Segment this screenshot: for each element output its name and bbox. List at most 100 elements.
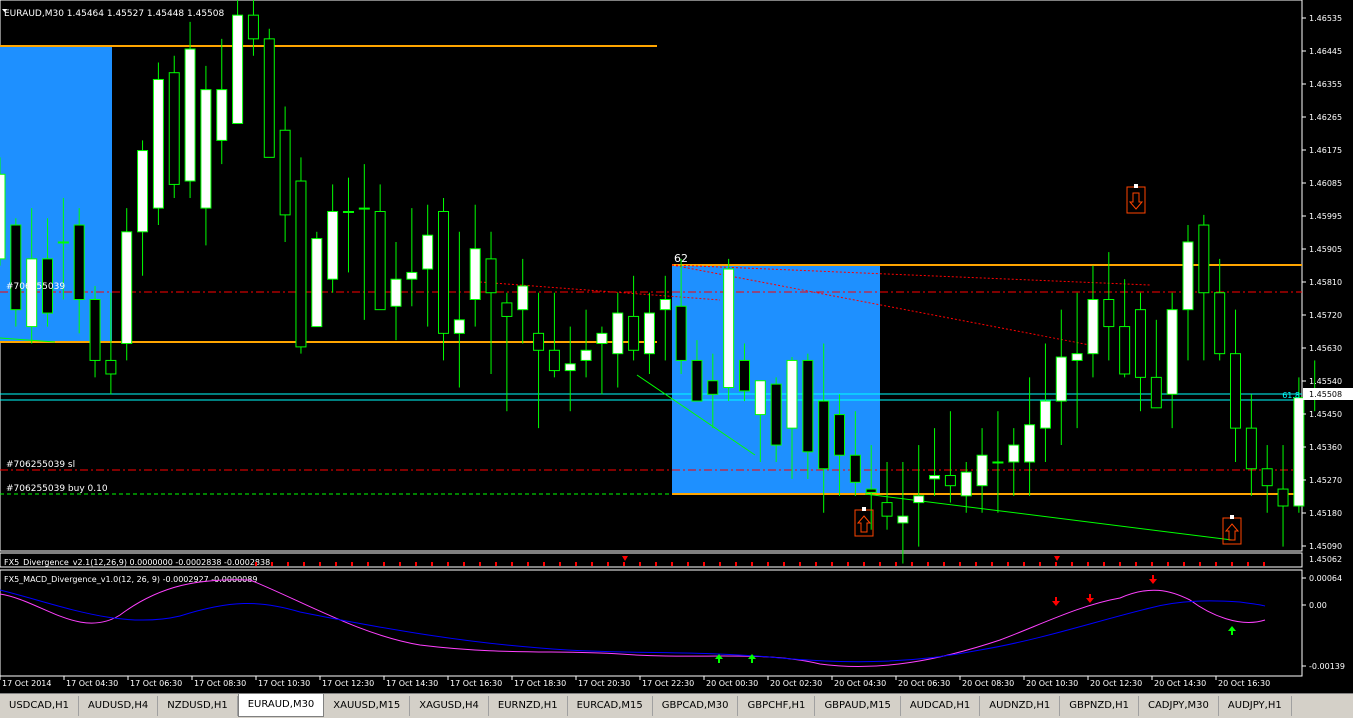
divergence-marker	[1087, 562, 1089, 566]
time-axis-label: 20 Oct 12:30	[1090, 679, 1142, 688]
candle-body	[675, 305, 687, 361]
candle-body	[232, 14, 244, 124]
chart-tab-usdcad-h1[interactable]: USDCAD,H1	[0, 696, 79, 716]
buy-signal-box-dot	[862, 507, 866, 511]
time-axis-label: 17 Oct 08:30	[194, 679, 246, 688]
candle-body	[1039, 400, 1051, 429]
divergence-marker	[495, 562, 497, 566]
price-axis-label: 1.46175	[1309, 146, 1342, 155]
candle-body	[390, 278, 402, 307]
divergence-marker	[399, 562, 401, 566]
divergence-marker	[1231, 562, 1233, 566]
divergence-marker	[383, 562, 385, 566]
bullish-divergence-arrow-icon	[715, 654, 723, 663]
divergence-marker	[831, 562, 833, 566]
price-axis-label: 1.45995	[1309, 212, 1342, 221]
candle-body	[754, 380, 766, 416]
candle-body	[1134, 309, 1146, 378]
candle-body	[738, 359, 750, 392]
candle-body	[89, 299, 101, 361]
chart-tab-audusd-h4[interactable]: AUDUSD,H4	[79, 696, 159, 716]
candle-body	[1214, 292, 1226, 355]
price-axis-label: 1.45905	[1309, 245, 1342, 254]
time-axis-label: 20 Oct 00:30	[706, 679, 758, 688]
chart-tab-audnzd-h1[interactable]: AUDNZD,H1	[980, 696, 1061, 716]
chart-tab-eurcad-m15[interactable]: EURCAD,M15	[568, 696, 653, 716]
divergence-marker	[639, 562, 641, 566]
divergence-marker	[751, 562, 753, 566]
candle-body	[786, 359, 798, 429]
chart-tab-xagusd-h4[interactable]: XAGUSD,H4	[410, 696, 489, 716]
divergence-marker	[783, 562, 785, 566]
candle-body	[1230, 353, 1242, 429]
candle-body	[137, 150, 149, 233]
candle-body	[643, 312, 655, 355]
divergence-marker	[1183, 562, 1185, 566]
chart-tab-gbpcad-m30[interactable]: GBPCAD,M30	[653, 696, 739, 716]
divergence-marker	[1135, 562, 1137, 566]
candle-body	[1071, 353, 1083, 361]
price-axis-label: 1.45630	[1309, 344, 1342, 353]
time-axis-label: 17 Oct 14:30	[386, 679, 438, 688]
candle-body	[628, 315, 640, 351]
candle-body	[1198, 224, 1210, 294]
time-axis-label: 20 Oct 04:30	[834, 679, 886, 688]
divergence-marker	[319, 562, 321, 566]
chart-tab-gbpaud-m15[interactable]: GBPAUD,M15	[815, 696, 901, 716]
candle-body	[73, 224, 85, 301]
chart-tab-xauusd-m15[interactable]: XAUUSD,M15	[324, 696, 411, 716]
sell-signal-box-dot	[1134, 184, 1138, 188]
chart-tab-audjpy-h1[interactable]: AUDJPY,H1	[1219, 696, 1292, 716]
chart-tab-nzdusd-h1[interactable]: NZDUSD,H1	[158, 696, 238, 716]
chart-canvas[interactable]: EURAUD,M30 1.45464 1.45527 1.45448 1.455…	[0, 0, 1353, 693]
divergence-marker	[991, 562, 993, 566]
bearish-divergence-arrow-icon	[1052, 597, 1060, 606]
divergence-marker	[1215, 562, 1217, 566]
chart-tab-cadjpy-m30[interactable]: CADJPY,M30	[1139, 696, 1219, 716]
candle-body	[897, 515, 909, 524]
candle-body	[152, 78, 164, 209]
divergence-marker	[927, 562, 929, 566]
price-axis-label: 1.46085	[1309, 179, 1342, 188]
candle-body	[247, 14, 259, 40]
candle-body	[453, 319, 465, 334]
fib-level-label: 62	[674, 252, 688, 265]
divergence-marker	[1151, 562, 1153, 566]
time-axis-label: 17 Oct 20:30	[578, 679, 630, 688]
chart-tab-gbpnzd-h1[interactable]: GBPNZD,H1	[1060, 696, 1139, 716]
candle-body	[469, 248, 481, 301]
divergence-marker	[879, 562, 881, 566]
divergence-marker	[911, 562, 913, 566]
candle-body	[834, 414, 846, 456]
candle-body	[358, 207, 370, 210]
divergence-marker	[271, 562, 273, 566]
divergence-marker	[1007, 562, 1009, 566]
chart-tab-gbpchf-h1[interactable]: GBPCHF,H1	[738, 696, 816, 716]
candle-body	[1277, 488, 1289, 507]
candle-body	[802, 359, 814, 453]
candle-body	[1150, 376, 1162, 409]
divergence-marker	[687, 562, 689, 566]
candle-body	[596, 332, 608, 345]
divergence-marker	[351, 562, 353, 566]
candle-body	[976, 454, 988, 487]
candle-body	[1182, 241, 1194, 311]
chart-area[interactable]: EURAUD,M30 1.45464 1.45527 1.45448 1.455…	[0, 0, 1353, 693]
price-axis-label: 1.45090	[1309, 542, 1342, 551]
divergence-marker	[479, 562, 481, 566]
chart-tab-euraud-m30[interactable]: EURAUD,M30	[237, 694, 325, 717]
candle-body	[564, 363, 576, 372]
candle-body	[184, 48, 196, 182]
candle-body	[342, 210, 354, 213]
divergence-marker	[1167, 562, 1169, 566]
candle-body	[723, 268, 735, 389]
divergence-marker	[671, 562, 673, 566]
divergence-marker	[463, 562, 465, 566]
divergence-marker	[1247, 562, 1249, 566]
divergence-marker	[703, 562, 705, 566]
candle-body	[533, 332, 545, 351]
chart-tab-eurnzd-h1[interactable]: EURNZD,H1	[489, 696, 568, 716]
chart-tab-audcad-h1[interactable]: AUDCAD,H1	[901, 696, 981, 716]
candle-body	[438, 210, 450, 334]
divergence-marker	[591, 562, 593, 566]
